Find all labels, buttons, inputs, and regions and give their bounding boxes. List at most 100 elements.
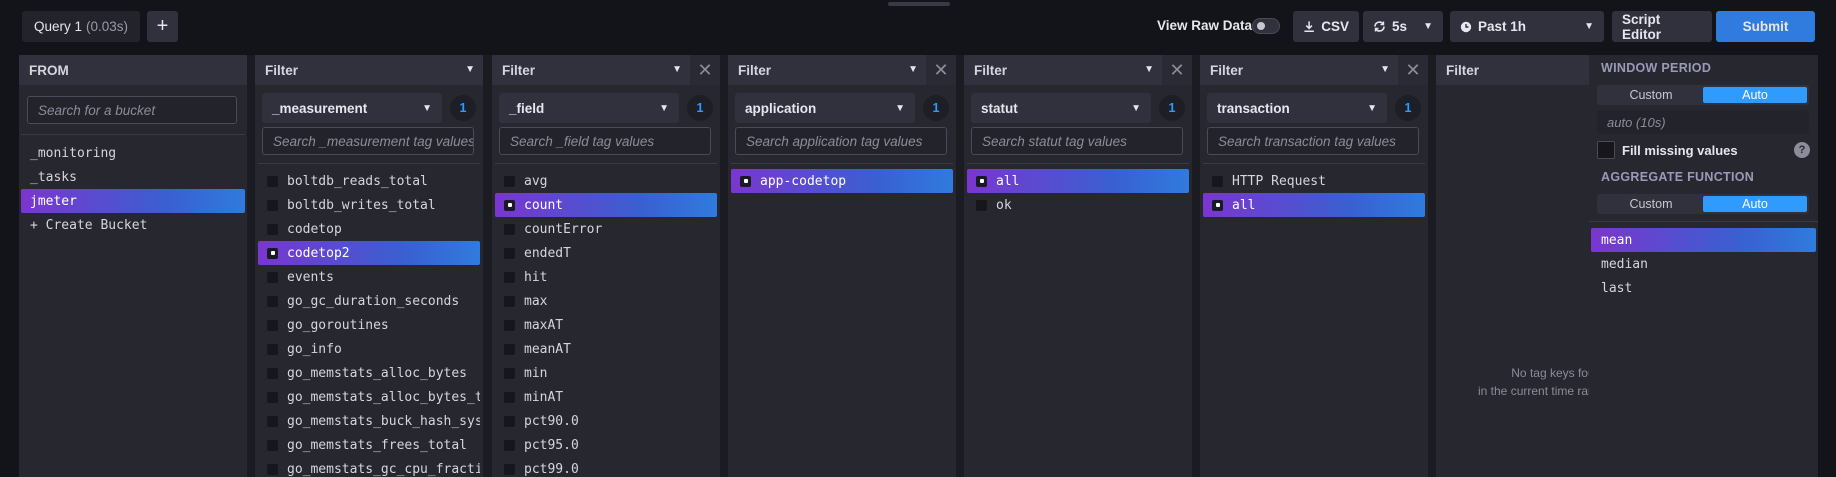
tag-values-search-input[interactable]: Search _field tag values — [499, 127, 711, 155]
close-icon[interactable]: ✕ — [1162, 55, 1192, 85]
resize-handle[interactable] — [888, 2, 950, 6]
tag-value-item[interactable]: events — [258, 265, 480, 289]
tag-value-checkbox[interactable] — [504, 175, 515, 187]
script-editor-button[interactable]: Script Editor — [1612, 11, 1712, 42]
tag-value-item[interactable]: max — [495, 289, 717, 313]
close-icon[interactable]: ✕ — [690, 55, 720, 85]
create-bucket-link[interactable]: + Create Bucket — [21, 213, 245, 237]
tag-value-item[interactable]: go_memstats_alloc_bytes — [258, 361, 480, 385]
tag-value-checkbox[interactable] — [267, 223, 278, 235]
tag-value-item[interactable]: boltdb_reads_total — [258, 169, 480, 193]
tag-value-item[interactable]: min — [495, 361, 717, 385]
tag-value-checkbox[interactable] — [267, 367, 278, 379]
function-custom-option[interactable]: Custom — [1599, 196, 1703, 212]
chevron-down-icon[interactable]: ▼ — [908, 64, 918, 75]
bucket-search-input[interactable]: Search for a bucket — [27, 96, 237, 124]
tag-value-checkbox[interactable] — [504, 247, 515, 259]
tag-value-checkbox[interactable] — [976, 199, 987, 211]
tag-key-select[interactable]: transaction ▼ — [1207, 93, 1387, 123]
tag-value-item[interactable]: boltdb_writes_total — [258, 193, 480, 217]
tag-value-item[interactable]: meanAT — [495, 337, 717, 361]
function-auto-option[interactable]: Auto — [1703, 196, 1807, 212]
tag-value-item[interactable]: go_memstats_alloc_bytes_total — [258, 385, 480, 409]
submit-button[interactable]: Submit — [1716, 11, 1815, 42]
tag-value-item[interactable]: countError — [495, 217, 717, 241]
tag-value-checkbox[interactable] — [504, 295, 515, 307]
fill-missing-checkbox[interactable] — [1597, 141, 1615, 159]
tag-value-item[interactable]: endedT — [495, 241, 717, 265]
tag-value-checkbox[interactable] — [267, 271, 278, 283]
tag-values-search-input[interactable]: Search application tag values — [735, 127, 947, 155]
tag-value-item[interactable]: all — [1203, 193, 1425, 217]
tag-value-checkbox[interactable] — [1212, 175, 1223, 187]
window-custom-option[interactable]: Custom — [1599, 87, 1703, 103]
tag-value-item[interactable]: go_memstats_buck_hash_sys_bytes — [258, 409, 480, 433]
tag-value-checkbox[interactable] — [267, 199, 278, 211]
help-icon[interactable]: ? — [1794, 142, 1810, 158]
tag-value-checkbox[interactable] — [504, 391, 515, 403]
tag-value-checkbox[interactable] — [504, 319, 515, 331]
tag-value-checkbox[interactable] — [504, 199, 515, 211]
tag-value-checkbox[interactable] — [504, 415, 515, 427]
tag-value-item[interactable]: go_memstats_gc_cpu_fraction — [258, 457, 480, 477]
close-icon[interactable]: ✕ — [926, 55, 956, 85]
close-icon[interactable]: ✕ — [1398, 55, 1428, 85]
tag-value-checkbox[interactable] — [504, 439, 515, 451]
tag-value-item[interactable]: hit — [495, 265, 717, 289]
time-range-dropdown[interactable]: Past 1h ▼ — [1450, 11, 1604, 42]
aggregate-function-item[interactable]: mean — [1591, 228, 1816, 252]
tag-value-item[interactable]: go_memstats_frees_total — [258, 433, 480, 457]
csv-download-button[interactable]: CSV — [1293, 11, 1359, 42]
tag-value-item[interactable]: avg — [495, 169, 717, 193]
auto-refresh-dropdown[interactable]: 5s ▼ — [1363, 11, 1443, 42]
tag-values-search-input[interactable]: Search transaction tag values — [1207, 127, 1419, 155]
tag-value-checkbox[interactable] — [267, 319, 278, 331]
bucket-item[interactable]: _tasks — [21, 165, 245, 189]
query-tab[interactable]: Query 1 (0.03s) — [22, 11, 141, 42]
tag-value-checkbox[interactable] — [267, 415, 278, 427]
tag-value-item[interactable]: minAT — [495, 385, 717, 409]
tag-value-item[interactable]: maxAT — [495, 313, 717, 337]
tag-key-select[interactable]: _field ▼ — [499, 93, 679, 123]
tag-value-item[interactable]: HTTP Request — [1203, 169, 1425, 193]
window-auto-option[interactable]: Auto — [1703, 87, 1807, 103]
tag-key-select[interactable]: _measurement ▼ — [262, 93, 442, 123]
tag-value-checkbox[interactable] — [504, 223, 515, 235]
tag-value-item[interactable]: all — [967, 169, 1189, 193]
chevron-down-icon[interactable]: ▼ — [672, 64, 682, 75]
tag-value-item[interactable]: pct99.0 — [495, 457, 717, 477]
fill-missing-values[interactable]: Fill missing values ? — [1597, 138, 1810, 162]
tag-value-item[interactable]: go_info — [258, 337, 480, 361]
aggregate-function-item[interactable]: median — [1591, 252, 1816, 276]
chevron-down-icon[interactable]: ▼ — [1144, 64, 1154, 75]
tag-values-search-input[interactable]: Search statut tag values — [971, 127, 1183, 155]
tag-value-checkbox[interactable] — [740, 175, 751, 187]
bucket-item[interactable]: jmeter — [21, 189, 245, 213]
tag-value-item[interactable]: pct95.0 — [495, 433, 717, 457]
tag-value-item[interactable]: go_gc_duration_seconds — [258, 289, 480, 313]
tag-value-checkbox[interactable] — [267, 391, 278, 403]
tag-value-checkbox[interactable] — [976, 175, 987, 187]
tag-value-checkbox[interactable] — [504, 367, 515, 379]
tag-value-checkbox[interactable] — [267, 463, 278, 475]
bucket-item[interactable]: _monitoring — [21, 141, 245, 165]
aggregate-function-item[interactable]: last — [1591, 276, 1816, 300]
window-period-input[interactable]: auto (10s) — [1597, 110, 1809, 134]
tag-value-item[interactable]: codetop — [258, 217, 480, 241]
tag-value-checkbox[interactable] — [267, 439, 278, 451]
tag-value-item[interactable]: go_goroutines — [258, 313, 480, 337]
tag-value-item[interactable]: pct90.0 — [495, 409, 717, 433]
add-query-button[interactable]: + — [147, 11, 178, 42]
chevron-down-icon[interactable]: ▼ — [465, 64, 475, 75]
tag-value-item[interactable]: codetop2 — [258, 241, 480, 265]
tag-value-checkbox[interactable] — [267, 247, 278, 259]
chevron-down-icon[interactable]: ▼ — [1380, 64, 1390, 75]
tag-value-checkbox[interactable] — [1212, 199, 1223, 211]
view-raw-data-toggle[interactable] — [1252, 18, 1280, 34]
tag-value-checkbox[interactable] — [267, 295, 278, 307]
tag-value-checkbox[interactable] — [267, 343, 278, 355]
tag-value-checkbox[interactable] — [504, 343, 515, 355]
tag-value-checkbox[interactable] — [504, 271, 515, 283]
tag-key-select[interactable]: application ▼ — [735, 93, 915, 123]
tag-value-item[interactable]: ok — [967, 193, 1189, 217]
